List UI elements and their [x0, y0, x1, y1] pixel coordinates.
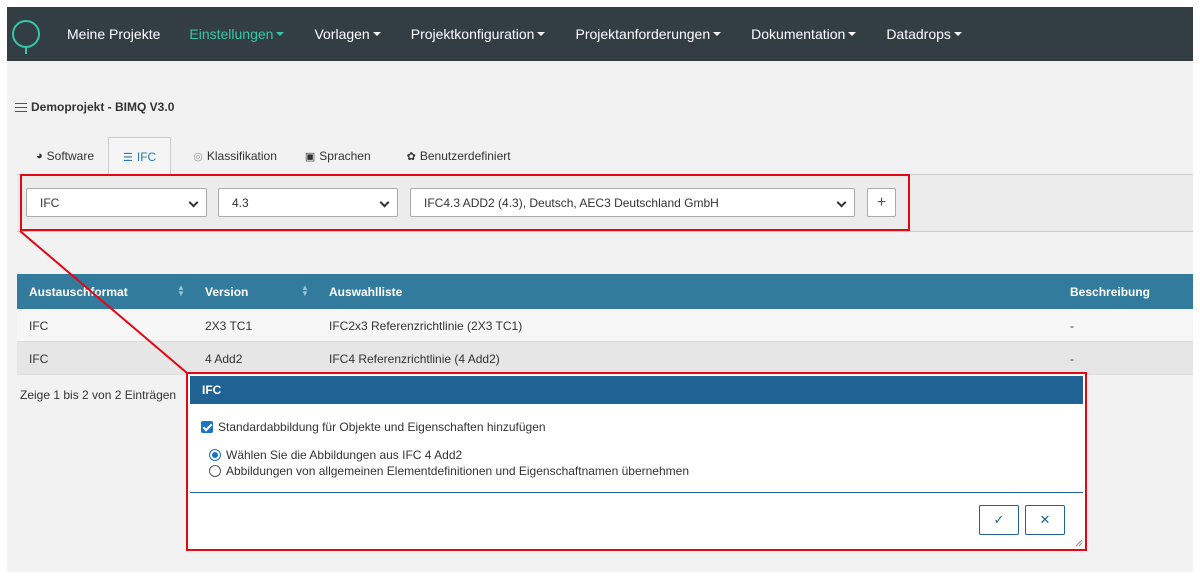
- caret-down-icon: [537, 32, 546, 36]
- custom-icon: ✿: [406, 150, 416, 163]
- nav-meine-projekte[interactable]: Meine Projekte: [67, 7, 160, 61]
- nav-label: Vorlagen: [314, 26, 370, 42]
- close-icon: ✕: [1039, 512, 1051, 527]
- language-icon: ▣: [304, 150, 316, 163]
- caret-down-icon: [372, 32, 381, 36]
- column-header-beschreibung[interactable]: Beschreibung: [1070, 274, 1150, 309]
- table-cell: -: [1070, 318, 1074, 333]
- table-info: Zeige 1 bis 2 von 2 Einträgen: [20, 388, 177, 402]
- format-select-value: IFC: [40, 195, 60, 210]
- top-navbar: Meine Projekte Einstellungen Vorlagen Pr…: [7, 7, 1193, 61]
- nav-label: Projektanforderungen: [575, 26, 711, 42]
- plus-icon: +: [876, 193, 887, 211]
- radio-option-ifc4[interactable]: Wählen Sie die Abbildungen aus IFC 4 Add…: [209, 448, 462, 462]
- ifc-modal-dialog: IFC Standardabbildung für Objekte und Ei…: [187, 373, 1086, 550]
- column-header-label: Version: [205, 284, 249, 299]
- table-cell: IFC: [29, 351, 49, 366]
- version-select-value: 4.3: [232, 195, 249, 210]
- default-mapping-option[interactable]: Standardabbildung für Objekte und Eigens…: [201, 420, 546, 434]
- caret-down-icon: [276, 32, 285, 36]
- chevron-down-icon: [188, 197, 199, 208]
- default-mapping-checkbox[interactable]: [201, 421, 213, 433]
- nav-datadrops[interactable]: Datadrops: [886, 7, 962, 61]
- tab-label: IFC: [136, 150, 157, 164]
- chevron-down-icon: [836, 197, 847, 208]
- modal-divider: [190, 492, 1083, 493]
- caret-down-icon: [713, 32, 722, 36]
- ifc-stack-icon: ☰: [123, 151, 133, 164]
- caret-down-icon: [953, 32, 962, 36]
- hamburger-menu-icon[interactable]: [15, 102, 27, 112]
- classification-icon: ◎: [193, 150, 203, 163]
- tab-bar: ◕ Software ☰ IFC ◎ Klassifikation ▣ Spra…: [22, 137, 525, 176]
- table-cell: IFC2x3 Referenzrichtlinie (2X3 TC1): [329, 318, 523, 333]
- nav-vorlagen[interactable]: Vorlagen: [314, 7, 381, 61]
- radio-button-general[interactable]: [209, 465, 221, 477]
- column-header-auswahlliste[interactable]: Auswahlliste: [329, 274, 402, 309]
- table-cell: 4 Add2: [205, 351, 243, 366]
- column-header-label: Austauschformat: [29, 284, 128, 299]
- software-icon: ◕: [36, 150, 43, 162]
- nav-label: Datadrops: [886, 26, 951, 42]
- filter-bar: IFC 4.3 IFC4.3 ADD2 (4.3), Deutsch, AEC3…: [17, 174, 1193, 232]
- nav-projektanforderungen[interactable]: Projektanforderungen: [575, 7, 722, 61]
- check-icon: ✓: [993, 512, 1005, 527]
- modal-header: IFC: [190, 376, 1083, 404]
- tab-sprachen[interactable]: ▣ Sprachen: [291, 137, 385, 175]
- list-select-value: IFC4.3 ADD2 (4.3), Deutsch, AEC3 Deutsch…: [424, 195, 719, 210]
- radio-option-general[interactable]: Abbildungen von allgemeinen Elementdefin…: [209, 464, 689, 478]
- nav-dokumentation[interactable]: Dokumentation: [751, 7, 857, 61]
- tab-software[interactable]: ◕ Software: [22, 137, 108, 175]
- resize-grip-icon[interactable]: [1075, 539, 1083, 547]
- tab-label: Sprachen: [319, 149, 371, 163]
- modal-title: IFC: [202, 383, 222, 397]
- version-select[interactable]: 4.3: [218, 188, 398, 217]
- radio-label: Wählen Sie die Abbildungen aus IFC 4 Add…: [226, 448, 463, 462]
- table-cell: 2X3 TC1: [205, 318, 253, 333]
- tab-label: Klassifikation: [206, 149, 277, 163]
- table-cell: IFC: [29, 318, 49, 333]
- cancel-button[interactable]: ✕: [1025, 505, 1065, 535]
- nav-projektkonfiguration[interactable]: Projektkonfiguration: [411, 7, 546, 61]
- logo-icon[interactable]: [12, 20, 40, 54]
- nav-label: Dokumentation: [751, 26, 846, 42]
- data-table: Austauschformat ▲ ▼ Version ▲ ▼ Auswahllis…: [17, 274, 1193, 375]
- format-select[interactable]: IFC: [26, 188, 207, 217]
- nav-label: Projektkonfiguration: [410, 26, 535, 42]
- nav-label: Meine Projekte: [67, 26, 161, 42]
- column-header-austauschformat[interactable]: Austauschformat: [29, 274, 128, 309]
- column-header-label: Auswahlliste: [329, 284, 403, 299]
- column-header-version[interactable]: Version: [205, 274, 248, 309]
- table-cell: IFC4 Referenzrichtlinie (4 Add2): [329, 351, 500, 366]
- tab-label: Benutzerdefiniert: [419, 149, 511, 163]
- nav-einstellungen[interactable]: Einstellungen: [189, 7, 285, 61]
- table-cell: -: [1070, 351, 1074, 366]
- default-mapping-label: Standardabbildung für Objekte und Eigens…: [218, 420, 546, 434]
- tab-ifc[interactable]: ☰ IFC: [108, 137, 172, 176]
- confirm-button[interactable]: ✓: [979, 505, 1019, 535]
- radio-label: Abbildungen von allgemeinen Elementdefin…: [226, 464, 689, 478]
- project-title-text: Demoprojekt - BIMQ V3.0: [31, 100, 175, 114]
- page-title: Demoprojekt - BIMQ V3.0: [15, 100, 174, 114]
- tab-label: Software: [46, 149, 95, 163]
- table-row[interactable]: IFC 4 Add2 IFC4 Referenzrichtlinie (4 Ad…: [17, 342, 1193, 375]
- tab-benutzerdefiniert[interactable]: ✿ Benutzerdefiniert: [393, 137, 525, 175]
- column-header-label: Beschreibung: [1070, 284, 1151, 299]
- radio-button-ifc4[interactable]: [209, 449, 221, 461]
- table-row[interactable]: IFC 2X3 TC1 IFC2x3 Referenzrichtlinie (2…: [17, 309, 1193, 342]
- tab-klassifikation[interactable]: ◎ Klassifikation: [179, 137, 291, 175]
- sort-icon[interactable]: ▲ ▼: [301, 284, 309, 298]
- chevron-down-icon: [379, 197, 390, 208]
- list-select[interactable]: IFC4.3 ADD2 (4.3), Deutsch, AEC3 Deutsch…: [410, 188, 855, 217]
- caret-down-icon: [848, 32, 857, 36]
- nav-label: Einstellungen: [189, 26, 274, 42]
- add-button[interactable]: +: [867, 188, 896, 217]
- table-header: Austauschformat ▲ ▼ Version ▲ ▼ Auswahllis…: [17, 274, 1193, 309]
- sort-icon[interactable]: ▲ ▼: [177, 284, 185, 298]
